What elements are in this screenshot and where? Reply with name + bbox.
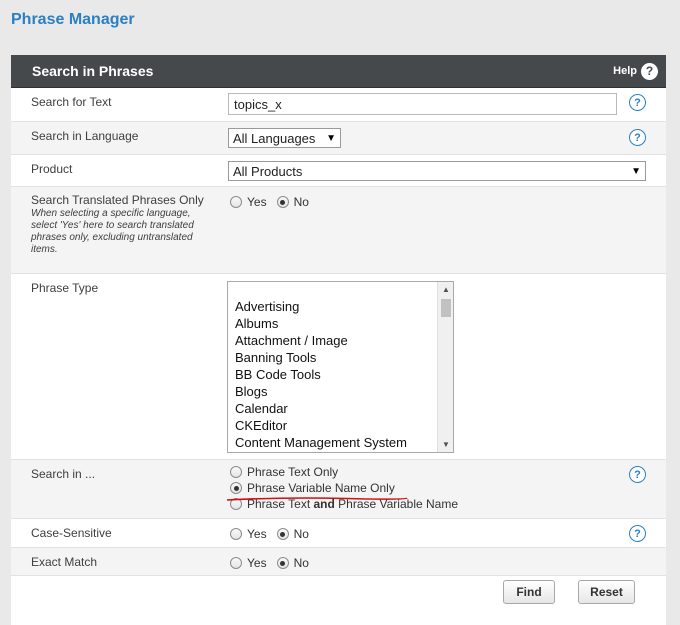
translated-radio-group: Yes No	[230, 195, 309, 209]
phrase-type-option[interactable]: Calendar	[235, 400, 407, 417]
case-no-radio[interactable]	[276, 528, 289, 540]
search-in-label: Search in ...	[31, 467, 96, 481]
row-exact-match: Exact Match Yes No	[11, 548, 666, 576]
row-language: Search in Language All Languages ▼ ?	[11, 122, 666, 155]
product-select[interactable]: All Products ▼	[228, 161, 646, 181]
row-search-in: Search in ... Phrase Text Only Phrase Va…	[11, 460, 666, 519]
translated-label-block: Search Translated Phrases Only When sele…	[31, 193, 206, 256]
reset-button[interactable]: Reset	[578, 580, 635, 604]
search-in-option-1: Phrase Text Only	[230, 465, 338, 479]
scroll-up-icon[interactable]: ▲	[438, 282, 453, 297]
form-buttons: Find Reset	[11, 576, 666, 620]
panel-title: Search in Phrases	[32, 63, 154, 79]
help-icon[interactable]: ?	[641, 62, 658, 80]
row-search-text: Search for Text ?	[11, 88, 666, 122]
case-no-label: No	[293, 527, 309, 541]
language-select[interactable]: All Languages ▼	[228, 128, 341, 148]
search-in-text-label: Phrase Text Only	[247, 465, 339, 479]
translated-no-radio[interactable]	[276, 196, 289, 208]
phrase-type-option[interactable]: BB Code Tools	[235, 366, 407, 383]
translated-description: When selecting a specific language, sele…	[31, 208, 194, 255]
phrase-type-option[interactable]: Content Management System	[235, 434, 407, 451]
search-in-varname-radio[interactable]	[230, 482, 242, 494]
phrase-type-listbox[interactable]: Advertising Albums Attachment / Image Banni…	[227, 281, 454, 453]
search-in-option-2: Phrase Variable Name Only	[230, 481, 395, 495]
find-button[interactable]: Find	[503, 580, 555, 604]
question-icon[interactable]: ?	[629, 129, 646, 146]
row-translated: Search Translated Phrases Only When sele…	[11, 187, 666, 274]
listbox-scrollbar[interactable]: ▲ ▼	[437, 282, 453, 452]
question-icon[interactable]: ?	[629, 525, 646, 542]
case-yes-label: Yes	[247, 527, 267, 541]
help-label: Help	[613, 65, 637, 77]
question-icon[interactable]: ?	[629, 466, 646, 483]
row-case-sensitive: Case-Sensitive Yes No ?	[11, 519, 666, 548]
case-sensitive-label: Case-Sensitive	[31, 526, 112, 540]
exact-no-label: No	[293, 556, 309, 570]
scroll-thumb[interactable]	[441, 299, 451, 317]
phrase-type-options: Advertising Albums Attachment / Image Banni…	[235, 298, 407, 451]
exact-no-radio[interactable]	[276, 557, 289, 569]
search-text-label: Search for Text	[31, 95, 112, 109]
case-sensitive-radio-group: Yes No	[230, 527, 309, 541]
row-product: Product All Products ▼	[11, 155, 666, 187]
translated-yes-label: Yes	[247, 195, 267, 209]
phrase-type-option[interactable]: Attachment / Image	[235, 332, 407, 349]
exact-match-label: Exact Match	[31, 555, 98, 569]
language-label: Search in Language	[31, 129, 139, 143]
exact-yes-radio[interactable]	[230, 557, 242, 569]
red-underline-annotation	[226, 497, 408, 501]
exact-yes-label: Yes	[247, 556, 267, 570]
panel-header: Search in Phrases Help ?	[11, 55, 666, 88]
scroll-down-icon[interactable]: ▼	[438, 437, 453, 452]
help-link[interactable]: Help ?	[613, 62, 658, 80]
phrase-type-option[interactable]: Albums	[235, 315, 407, 332]
phrase-type-option[interactable]: Advertising	[235, 298, 407, 315]
chevron-down-icon: ▼	[631, 165, 641, 177]
language-value: All Languages	[233, 130, 316, 146]
translated-no-label: No	[293, 195, 309, 209]
product-value: All Products	[233, 163, 303, 179]
case-yes-radio[interactable]	[230, 528, 242, 540]
search-in-text-radio[interactable]	[230, 466, 242, 478]
search-text-input[interactable]	[228, 93, 617, 115]
search-in-varname-label: Phrase Variable Name Only	[247, 481, 395, 495]
translated-label: Search Translated Phrases Only	[31, 193, 204, 207]
phrase-type-option[interactable]: Blogs	[235, 383, 407, 400]
exact-match-radio-group: Yes No	[230, 556, 309, 570]
translated-yes-radio[interactable]	[230, 196, 242, 208]
row-phrase-type: Phrase Type Advertising Albums Attachment …	[11, 274, 666, 460]
phrase-type-label: Phrase Type	[31, 281, 99, 295]
phrase-type-option[interactable]: Banning Tools	[235, 349, 407, 366]
search-panel: Search in Phrases Help ? Search for Text…	[11, 55, 666, 625]
question-icon[interactable]: ?	[629, 94, 646, 111]
chevron-down-icon: ▼	[326, 132, 336, 144]
product-label: Product	[31, 162, 73, 176]
phrase-type-option[interactable]: CKEditor	[235, 417, 407, 434]
page-title: Phrase Manager	[11, 11, 135, 28]
